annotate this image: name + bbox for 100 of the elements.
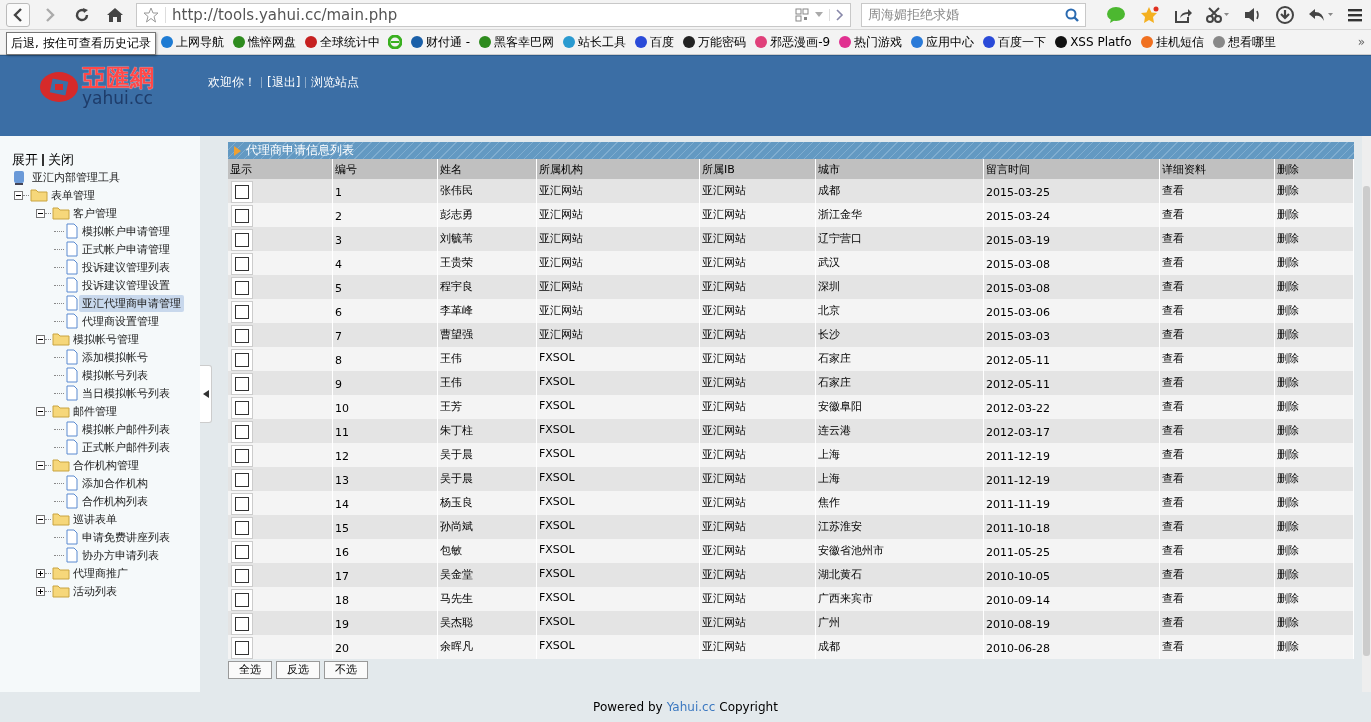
delete-link[interactable]: 删除 — [1277, 256, 1299, 269]
home-icon[interactable] — [106, 6, 124, 23]
tree-root-label[interactable]: 亚汇内部管理工具 — [29, 169, 123, 186]
view-link[interactable]: 查看 — [1162, 520, 1184, 533]
tree-item[interactable]: 亚汇代理商申请管理 — [79, 294, 184, 312]
tree-folder[interactable]: 表单管理 — [48, 186, 98, 204]
view-link[interactable]: 查看 — [1162, 352, 1184, 365]
expand-toggle-icon[interactable] — [36, 208, 45, 218]
tree-item[interactable]: 模拟帐户申请管理 — [79, 222, 173, 240]
tree-item[interactable]: 正式帐户申请管理 — [79, 240, 173, 258]
expand-toggle-icon[interactable] — [36, 334, 45, 344]
more-bookmarks-button[interactable]: » — [1357, 35, 1365, 49]
tree-folder[interactable]: 客户管理 — [70, 204, 120, 222]
search-field[interactable]: 周海媚拒绝求婚 — [861, 2, 1086, 27]
bookmark-link[interactable]: 邪恶漫画-9 — [754, 33, 831, 51]
view-link[interactable]: 查看 — [1162, 376, 1184, 389]
tree-item[interactable]: 代理商设置管理 — [79, 312, 162, 330]
search-icon[interactable] — [1065, 7, 1079, 22]
collapse-all-link[interactable]: 关闭 — [48, 151, 74, 169]
tree-item[interactable]: 合作机构列表 — [79, 492, 151, 510]
delete-link[interactable]: 删除 — [1277, 208, 1299, 221]
expand-toggle-icon[interactable] — [36, 568, 45, 578]
tree-item[interactable]: 正式帐户邮件列表 — [79, 438, 173, 456]
delete-link[interactable]: 删除 — [1277, 376, 1299, 389]
delete-link[interactable]: 删除 — [1277, 520, 1299, 533]
collapse-handle[interactable] — [200, 365, 212, 423]
star-icon[interactable] — [143, 6, 166, 23]
delete-link[interactable]: 删除 — [1277, 232, 1299, 245]
tree-item[interactable]: 投诉建议管理设置 — [79, 276, 173, 294]
reload-icon[interactable] — [74, 6, 90, 23]
tree-item[interactable]: 当日模拟帐号列表 — [79, 384, 173, 402]
star-badge-icon[interactable] — [1140, 5, 1160, 24]
bookmark-link[interactable]: 想看哪里 — [1211, 33, 1276, 51]
delete-link[interactable]: 删除 — [1277, 424, 1299, 437]
view-link[interactable]: 查看 — [1162, 208, 1184, 221]
footer-link[interactable]: Yahui.cc — [666, 700, 716, 714]
header-link[interactable]: 欢迎你！ — [208, 74, 256, 91]
download-icon[interactable] — [1276, 5, 1294, 24]
delete-link[interactable]: 删除 — [1277, 328, 1299, 341]
view-link[interactable]: 查看 — [1162, 256, 1184, 269]
view-link[interactable]: 查看 — [1162, 592, 1184, 605]
delete-link[interactable]: 删除 — [1277, 568, 1299, 581]
scissors-icon[interactable] — [1206, 6, 1230, 23]
bookmark-link[interactable]: 挂机短信 — [1139, 33, 1204, 51]
tree-item[interactable]: 模拟帐号列表 — [79, 366, 151, 384]
expand-toggle-icon[interactable] — [36, 406, 45, 416]
bookmark-link[interactable]: XSS Platfo — [1054, 35, 1132, 49]
select-button[interactable]: 反选 — [276, 661, 320, 679]
view-link[interactable]: 查看 — [1162, 568, 1184, 581]
bookmark-link[interactable]: 上网导航 — [160, 33, 224, 51]
go-icon[interactable] — [829, 8, 844, 21]
bookmark-link[interactable]: 应用中心 — [910, 33, 975, 51]
tree-folder[interactable]: 模拟帐号管理 — [70, 330, 142, 348]
bookmark-link[interactable]: 全球统计中 — [304, 33, 380, 51]
delete-link[interactable]: 删除 — [1277, 352, 1299, 365]
expand-toggle-icon[interactable] — [36, 514, 45, 524]
delete-link[interactable]: 删除 — [1277, 592, 1299, 605]
bookmark-link[interactable]: 财付通 - — [410, 33, 471, 51]
delete-link[interactable]: 删除 — [1277, 448, 1299, 461]
tree-item[interactable]: 申请免费讲座列表 — [79, 528, 173, 546]
delete-link[interactable]: 删除 — [1277, 304, 1299, 317]
view-link[interactable]: 查看 — [1162, 640, 1184, 653]
view-link[interactable]: 查看 — [1162, 304, 1184, 317]
tree-folder[interactable]: 代理商推广 — [70, 564, 131, 582]
scrollbar[interactable] — [1362, 136, 1371, 692]
bookmark-link[interactable]: 黑客幸巴网 — [478, 33, 555, 51]
share-icon[interactable] — [1174, 6, 1192, 23]
expand-toggle-icon[interactable] — [36, 586, 45, 596]
delete-link[interactable]: 删除 — [1277, 496, 1299, 509]
expand-toggle-icon[interactable] — [36, 460, 45, 470]
bookmark-link[interactable]: 站长工具 — [562, 33, 627, 51]
bookmark-link[interactable]: 万能密码 — [682, 33, 747, 51]
bookmark-link[interactable]: 百度一下 — [982, 33, 1047, 51]
view-link[interactable]: 查看 — [1162, 448, 1184, 461]
tree-folder[interactable]: 巡讲表单 — [70, 510, 120, 528]
expand-toggle-icon[interactable] — [14, 190, 23, 200]
view-link[interactable]: 查看 — [1162, 328, 1184, 341]
bookmark-link[interactable]: 百度 — [634, 33, 675, 51]
speaker-icon[interactable] — [1244, 6, 1262, 23]
bookmark-link[interactable]: 热门游戏 — [838, 33, 903, 51]
view-link[interactable]: 查看 — [1162, 400, 1184, 413]
view-link[interactable]: 查看 — [1162, 616, 1184, 629]
view-link[interactable]: 查看 — [1162, 184, 1184, 197]
delete-link[interactable]: 删除 — [1277, 400, 1299, 413]
tree-folder[interactable]: 邮件管理 — [70, 402, 120, 420]
header-link[interactable]: 浏览站点 — [311, 74, 360, 91]
tree-item[interactable]: 添加合作机构 — [79, 474, 151, 492]
expand-all-link[interactable]: 展开 — [12, 151, 38, 169]
delete-link[interactable]: 删除 — [1277, 616, 1299, 629]
menu-icon[interactable] — [1348, 7, 1362, 22]
delete-link[interactable]: 删除 — [1277, 472, 1299, 485]
delete-link[interactable]: 删除 — [1277, 184, 1299, 197]
select-button[interactable]: 不选 — [324, 661, 368, 679]
bookmark-link[interactable]: 憔悴网盘 — [232, 33, 296, 51]
tree-item[interactable]: 添加模拟帐号 — [79, 348, 151, 366]
view-link[interactable]: 查看 — [1162, 496, 1184, 509]
header-link[interactable]: [退出] — [267, 74, 301, 91]
tree-folder[interactable]: 活动列表 — [70, 582, 120, 600]
view-link[interactable]: 查看 — [1162, 280, 1184, 293]
view-link[interactable]: 查看 — [1162, 232, 1184, 245]
